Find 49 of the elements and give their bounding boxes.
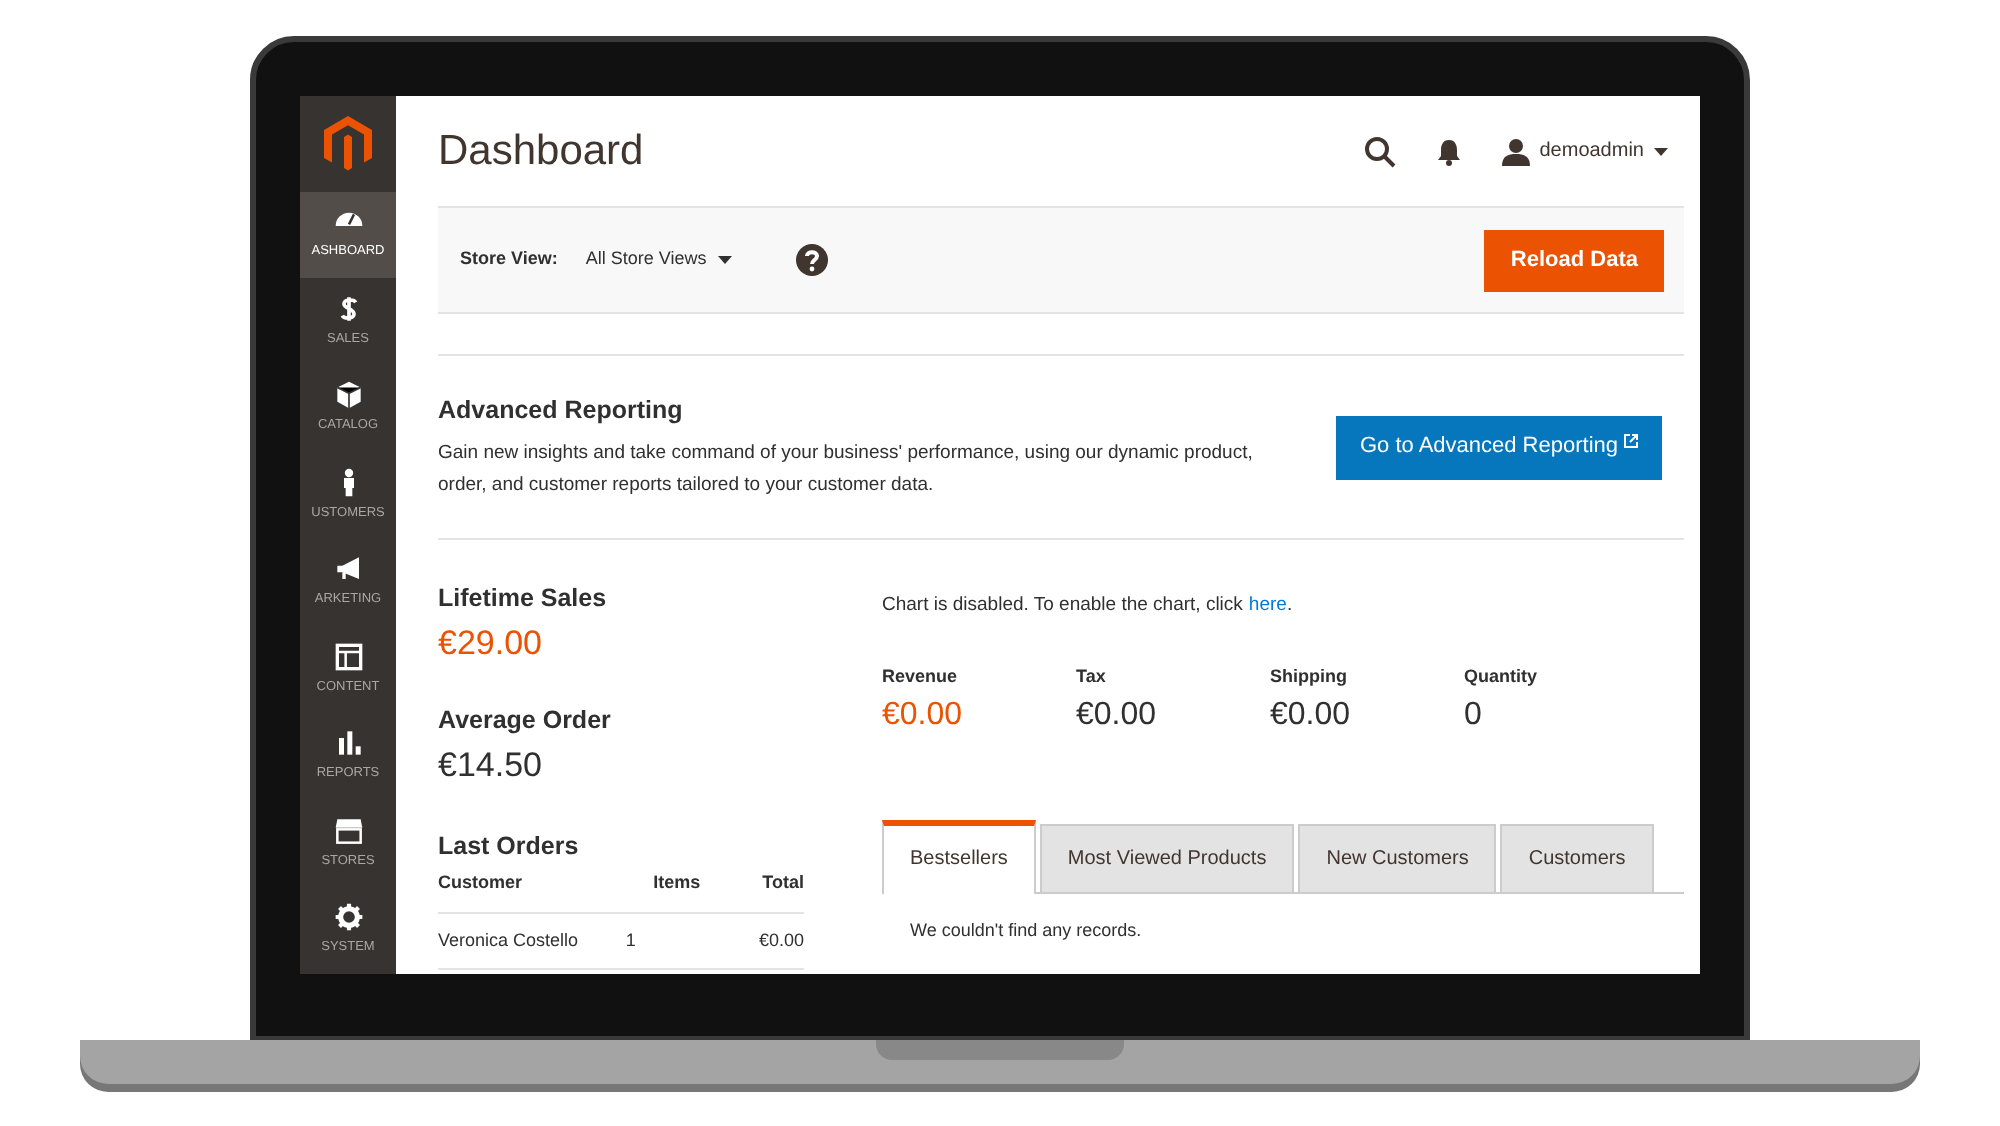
total-label: Shipping (1270, 664, 1349, 691)
average-order-label: Average Order (438, 704, 613, 739)
total-value: €0.00 (882, 695, 965, 736)
lifetime-sales-label: Lifetime Sales (438, 582, 609, 616)
total-value: €0.00 (1270, 695, 1353, 736)
bell-icon[interactable] (1435, 137, 1462, 165)
bar-chart-icon (333, 728, 363, 759)
tab[interactable]: Most Viewed Products (1039, 823, 1295, 894)
section-title: Advanced Reporting (438, 393, 685, 428)
store-view-dropdown[interactable]: All Store Views (585, 246, 733, 274)
total-value: €0.00 (1076, 695, 1159, 736)
period: . (1286, 592, 1293, 620)
tab[interactable]: Customers (1500, 823, 1654, 894)
tab[interactable]: New Customers (1298, 823, 1497, 894)
column-header: Customer (438, 870, 624, 913)
total-label: Revenue (882, 664, 960, 691)
last-orders-title: Last Orders (438, 829, 581, 863)
box-icon (333, 380, 363, 411)
column-header: Items (623, 870, 745, 913)
table-cell: €0.00 (744, 912, 804, 970)
column-header: Total (744, 870, 804, 913)
page-title: Dashboard (438, 125, 644, 178)
search-icon[interactable] (1363, 135, 1396, 167)
advanced-reporting-button[interactable]: Go to Advanced Reporting (1335, 415, 1662, 479)
caret-icon (1654, 147, 1668, 155)
external-link-icon (1624, 434, 1638, 448)
tab[interactable]: Bestsellers (882, 819, 1036, 894)
megaphone-icon (333, 554, 363, 585)
storefront-icon (333, 815, 363, 846)
caret-icon (718, 256, 733, 264)
table-cell: Veronica Costello (438, 912, 624, 970)
user-icon (1501, 137, 1530, 165)
layout-icon (333, 641, 363, 672)
total-label: Quantity (1464, 664, 1540, 691)
user-menu[interactable]: demoadmin (1501, 136, 1668, 166)
reload-data-button[interactable]: Reload Data (1484, 229, 1664, 291)
table-cell: 1 (623, 912, 745, 970)
description: Gain new insights and take command of your business' performance, using our dynamic product, order, and customer reports tailored to your customer data. (438, 440, 1255, 501)
empty-message: We couldn't find any records. (910, 917, 1144, 944)
total-value: 0 (1464, 695, 1484, 736)
help-icon[interactable] (796, 244, 829, 276)
logo-icon (324, 115, 372, 172)
average-order-value: €14.50 (438, 744, 544, 788)
here-link[interactable]: here (1248, 592, 1287, 621)
store-view-label: Store View: (460, 246, 558, 273)
chart-disabled-notice: Chart is disabled. To enable the chart, click (882, 592, 1243, 620)
gear-icon (333, 902, 363, 933)
total-label: Tax (1076, 664, 1108, 691)
lifetime-sales-value: €29.00 (438, 621, 544, 666)
